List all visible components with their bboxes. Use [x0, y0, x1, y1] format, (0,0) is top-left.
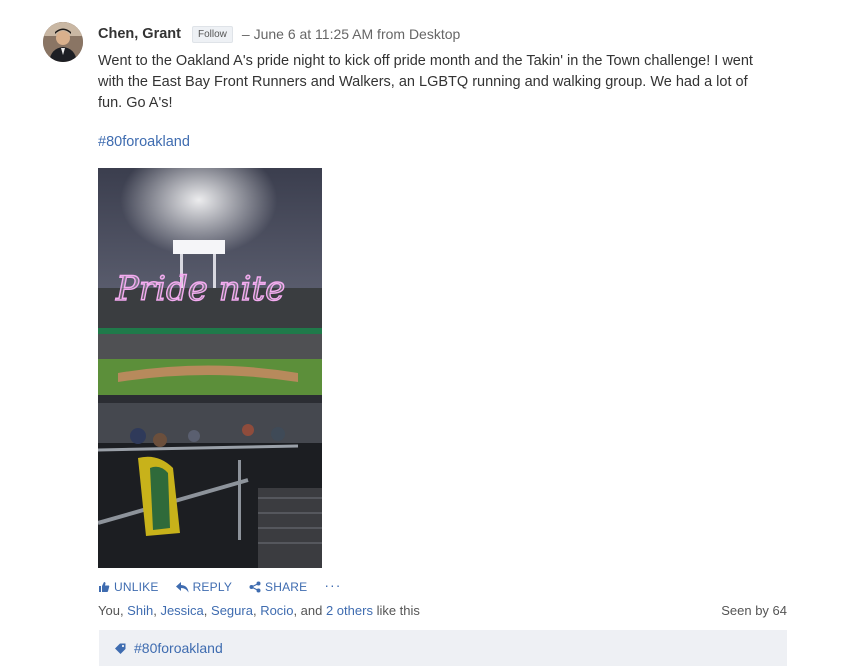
likes-suffix: like this — [372, 603, 420, 618]
liker-rocio[interactable]: Rocio — [260, 603, 293, 618]
liker-jessica[interactable]: Jessica — [160, 603, 203, 618]
photo-caption-glow: Pride nite — [115, 269, 285, 309]
topics-bar: #80foroakland — [99, 630, 787, 666]
reply-button[interactable]: REPLY — [175, 580, 233, 594]
thumbs-up-icon — [99, 582, 110, 592]
follow-button[interactable]: Follow — [191, 25, 233, 43]
reply-arrow-icon — [175, 581, 189, 592]
post-meta: – June 6 at 11:25 AM from Desktop — [241, 26, 461, 42]
post-body: Went to the Oakland A's pride night to k… — [98, 53, 753, 111]
unlike-button[interactable]: UNLIKE — [98, 580, 159, 594]
more-options-button[interactable]: ··· — [324, 577, 341, 593]
share-label: SHARE — [265, 580, 308, 594]
likes-row: You, Shih, Jessica, Segura, Rocio, and 2… — [98, 603, 787, 618]
likes-others-link[interactable]: 2 others — [326, 603, 373, 618]
tag-icon — [115, 643, 126, 654]
likes-conjunction: , and — [293, 603, 326, 618]
likes-prefix: You, — [98, 603, 128, 618]
post: Chen, Grant Follow – June 6 at 11:25 AM … — [98, 24, 798, 618]
seen-by-count[interactable]: Seen by 64 — [721, 603, 787, 618]
topic-link[interactable]: #80foroakland — [134, 640, 223, 656]
liker-segura[interactable]: Segura — [211, 603, 253, 618]
post-actions: UNLIKE REPLY SHARE ··· — [98, 577, 798, 594]
liker-shih[interactable]: Shih — [127, 603, 153, 618]
hashtag-link[interactable]: #80foroakland — [98, 134, 190, 150]
post-photo[interactable]: Pride nite Pride nite — [98, 168, 322, 568]
post-header: Chen, Grant Follow – June 6 at 11:25 AM … — [98, 24, 798, 44]
unlike-label: UNLIKE — [114, 580, 159, 594]
avatar-photo — [43, 22, 83, 62]
avatar[interactable] — [43, 22, 83, 62]
share-icon — [249, 581, 261, 593]
likes-summary: You, Shih, Jessica, Segura, Rocio, and 2… — [98, 603, 420, 618]
share-button[interactable]: SHARE — [249, 580, 307, 594]
author-name[interactable]: Chen, Grant — [98, 26, 181, 42]
reply-label: REPLY — [192, 580, 233, 594]
